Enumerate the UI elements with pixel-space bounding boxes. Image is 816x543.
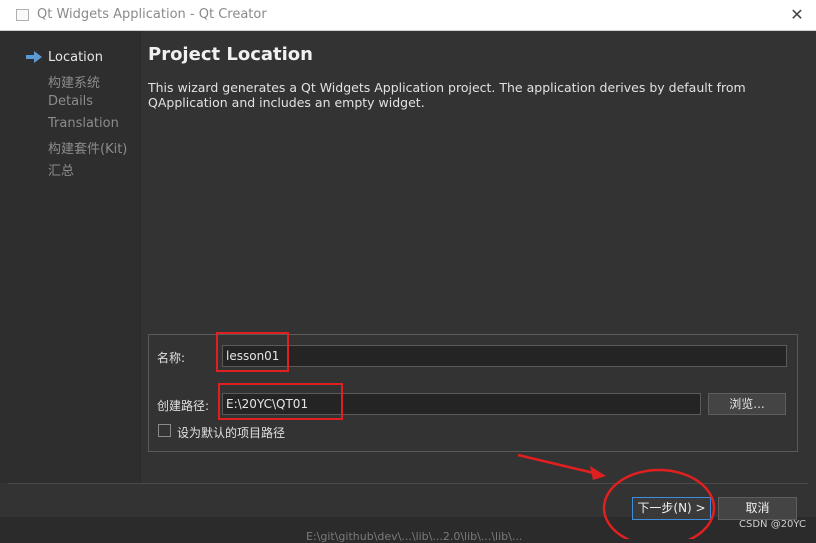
- browse-button[interactable]: 浏览...: [708, 393, 786, 415]
- step-build-system: 构建系统: [48, 76, 101, 91]
- arrow-right-icon: [26, 51, 42, 63]
- window-icon: [16, 9, 29, 21]
- annotation-box-path: [218, 383, 343, 420]
- next-button[interactable]: 下一步(N) >: [632, 497, 711, 520]
- step-translation: Translation: [48, 116, 119, 131]
- page-description: This wizard generates a Qt Widgets Appli…: [148, 80, 746, 110]
- step-details: Details: [48, 94, 94, 109]
- annotation-box-name: [216, 332, 289, 372]
- page-title: Project Location: [148, 44, 313, 65]
- wizard-dialog: Qt Widgets Application - Qt Creator ✕ Lo…: [0, 0, 816, 520]
- cancel-button[interactable]: 取消: [718, 497, 797, 520]
- window-title: Qt Widgets Application - Qt Creator: [37, 7, 267, 22]
- name-label: 名称:: [157, 351, 186, 365]
- default-path-label: 设为默认的项目路径: [177, 426, 286, 440]
- name-input[interactable]: [222, 345, 787, 367]
- step-kits: 构建套件(Kit): [48, 142, 128, 157]
- step-summary: 汇总: [48, 164, 75, 179]
- close-icon[interactable]: ✕: [786, 4, 808, 26]
- default-path-checkbox[interactable]: [158, 424, 171, 437]
- background-app-text: E:\git\github\dev\...\lib\...2.0\lib\...…: [306, 530, 523, 543]
- step-location: Location: [48, 50, 103, 65]
- title-bar: Qt Widgets Application - Qt Creator ✕: [0, 0, 816, 31]
- watermark: CSDN @20YC: [739, 519, 806, 530]
- path-label: 创建路径:: [157, 399, 210, 413]
- button-bar-divider: [8, 483, 808, 484]
